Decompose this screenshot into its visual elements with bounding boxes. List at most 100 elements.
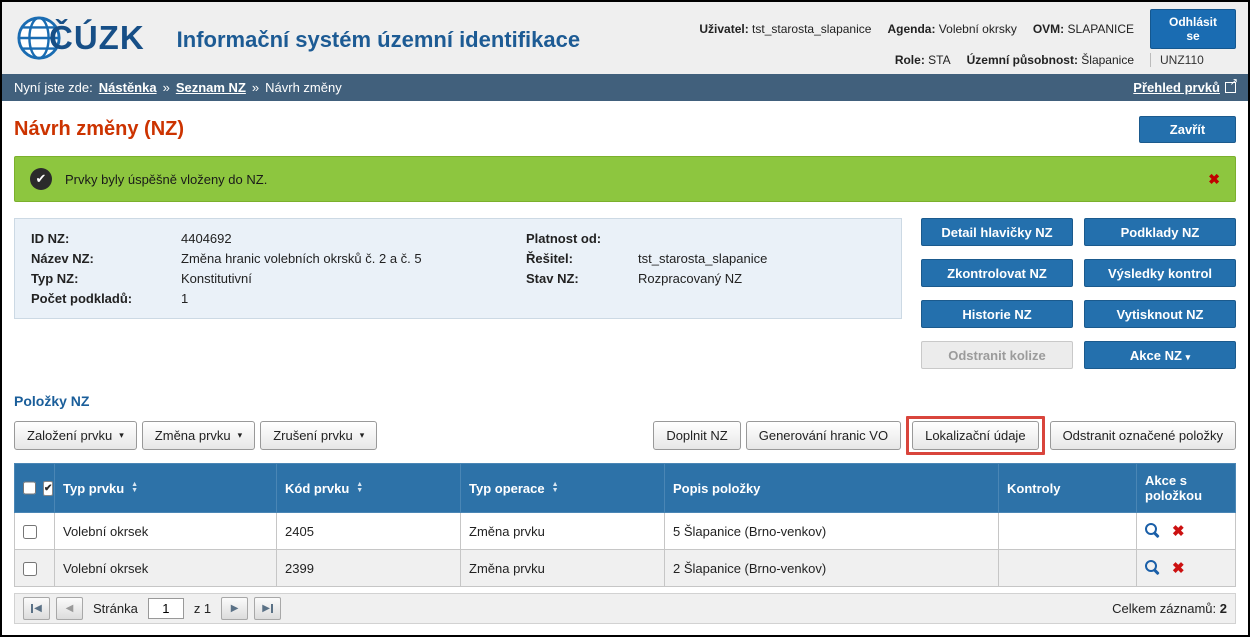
- row-checkbox[interactable]: [23, 524, 37, 539]
- odstranit-kolize-button: Odstranit kolize: [921, 341, 1073, 369]
- resitel-label: Řešitel:: [526, 251, 573, 266]
- cell-kod-prvku: 2399: [276, 549, 461, 587]
- page-title: Návrh změny (NZ): [14, 118, 185, 140]
- typ-nz-value: Konstitutivní: [181, 271, 252, 286]
- detail-hlavicky-nz-button[interactable]: Detail hlavičky NZ: [921, 218, 1073, 246]
- stav-nz-value: Rozpracovaný NZ: [638, 271, 743, 286]
- column-header-kontroly: Kontroly: [998, 463, 1137, 513]
- header-user-info: Uživatel: tst_starosta_slapanice Agenda:…: [699, 5, 1236, 71]
- message-close-icon[interactable]: ✖: [1208, 171, 1220, 188]
- cell-kontroly: [998, 549, 1137, 587]
- column-header-akce: Akce s položkou: [1136, 463, 1236, 513]
- select-all-checkbox[interactable]: [23, 481, 36, 495]
- external-link-icon: ↗: [1225, 77, 1238, 93]
- total-records: Celkem záznamů: 2: [1112, 601, 1227, 616]
- chevron-down-icon: ▾: [237, 430, 243, 440]
- breadcrumb: Nyní jste zde: Nástěnka » Seznam NZ » Ná…: [2, 74, 1248, 101]
- column-header-typ-operace[interactable]: Typ operace ▲ ▼: [460, 463, 665, 513]
- cell-typ-prvku: Volební okrsek: [54, 549, 277, 587]
- podklady-label: Počet podkladů:: [31, 291, 133, 306]
- historie-nz-button[interactable]: Historie NZ: [921, 300, 1073, 328]
- table-row: Volební okrsek 2405 Změna prvku 5 Šlapan…: [14, 512, 1236, 550]
- cell-typ-operace: Změna prvku: [460, 512, 665, 550]
- nz-info-panel: ID NZ: 4404692 Platnost od: Název NZ: Zm…: [14, 218, 902, 319]
- items-toolbar: Založení prvku ▾ Změna prvku ▾ Zrušení p…: [14, 416, 1236, 455]
- main-content: Návrh změny (NZ) Zavřít ✔ Prvky byly úsp…: [2, 101, 1248, 635]
- column-header-kod-prvku[interactable]: Kód prvku ▲ ▼: [276, 463, 461, 513]
- first-page-button[interactable]: ◀: [23, 597, 50, 620]
- platnost-value: [638, 231, 885, 246]
- user-info: Uživatel: tst_starosta_slapanice: [699, 22, 872, 36]
- cell-kod-prvku: 2405: [276, 512, 461, 550]
- table-header-row: ✔ Typ prvku ▲ ▼ Kód prvku ▲ ▼ Typ operac…: [14, 463, 1236, 513]
- page-of-label: z 1: [193, 601, 212, 616]
- zalozeni-prvku-dropdown[interactable]: Založení prvku ▾: [14, 421, 137, 450]
- platnost-label: Platnost od:: [526, 231, 602, 246]
- sort-icon[interactable]: ▲ ▼: [552, 481, 559, 494]
- cuzk-logo: ČÚZK: [16, 15, 145, 61]
- cell-popis: 5 Šlapanice (Brno-venkov): [664, 512, 999, 550]
- breadcrumb-prefix: Nyní jste zde:: [14, 80, 93, 95]
- id-nz-label: ID NZ:: [31, 231, 70, 246]
- ovm-info: OVM: SLAPANICE: [1032, 22, 1134, 36]
- highlight-annotation: Lokalizační údaje: [906, 416, 1045, 455]
- total-records-value: 2: [1219, 601, 1227, 616]
- chevron-down-icon: ▾: [359, 430, 365, 440]
- scope-info: Územní působnost: Šlapanice: [966, 53, 1134, 67]
- zmena-prvku-dropdown[interactable]: Změna prvku ▾: [141, 421, 256, 450]
- search-icon[interactable]: [1145, 523, 1161, 539]
- next-page-button[interactable]: ▶: [221, 597, 249, 620]
- logo-text: ČÚZK: [49, 19, 145, 56]
- chevron-down-icon: ▾: [1185, 351, 1191, 362]
- invert-selection-icon[interactable]: ✔: [43, 480, 54, 496]
- delete-row-icon[interactable]: ✖: [1172, 561, 1185, 576]
- polozky-nz-heading: Položky NZ: [14, 393, 90, 409]
- table-row: Volební okrsek 2399 Změna prvku 2 Šlapan…: [14, 549, 1236, 587]
- breadcrumb-current: Návrh změny: [265, 80, 342, 95]
- typ-nz-label: Typ NZ:: [31, 271, 79, 286]
- sort-icon[interactable]: ▲ ▼: [131, 481, 138, 494]
- app-title: Informační systém územní identifikace: [176, 27, 581, 52]
- last-page-button[interactable]: ▶: [254, 597, 282, 620]
- column-header-popis-polozky: Popis položky: [664, 463, 999, 513]
- breadcrumb-link-seznam-nz[interactable]: Seznam NZ: [176, 80, 246, 95]
- sort-icon[interactable]: ▲ ▼: [356, 481, 363, 494]
- delete-row-icon[interactable]: ✖: [1172, 524, 1185, 539]
- id-nz-value: 4404692: [181, 231, 232, 246]
- pagination-bar: ◀ ◀ Stránka z 1 ▶ ▶ Celkem záznamů: 2: [14, 593, 1236, 624]
- zkontrolovat-nz-button[interactable]: Zkontrolovat NZ: [921, 259, 1073, 287]
- column-header-typ-prvku[interactable]: Typ prvku ▲ ▼: [54, 463, 277, 513]
- row-checkbox[interactable]: [23, 561, 37, 576]
- lokalizacni-udaje-button[interactable]: Lokalizační údaje: [912, 421, 1039, 450]
- cell-popis: 2 Šlapanice (Brno-venkov): [664, 549, 999, 587]
- prehled-prvku-link[interactable]: Přehled prvků ↗: [1133, 77, 1238, 95]
- previous-page-button[interactable]: ◀: [56, 597, 83, 620]
- podklady-value: 1: [181, 291, 189, 306]
- page: ČÚZK Informační systém územní identifika…: [0, 0, 1250, 637]
- odstranit-oznacene-polozky-button[interactable]: Odstranit označené položky: [1049, 421, 1236, 450]
- page-number-input[interactable]: [147, 598, 184, 619]
- zruseni-prvku-dropdown[interactable]: Zrušení prvku ▾: [260, 421, 378, 450]
- role-info: Role: STA: [894, 53, 951, 67]
- screen-code: UNZ110: [1150, 53, 1236, 67]
- doplnit-nz-button[interactable]: Doplnit NZ: [653, 421, 741, 450]
- vytisknout-nz-button[interactable]: Vytisknout NZ: [1084, 300, 1236, 328]
- success-message-text: Prvky byly úspěšně vloženy do NZ.: [65, 171, 268, 187]
- logout-button[interactable]: Odhlásit se: [1150, 9, 1236, 49]
- app-header: ČÚZK Informační systém územní identifika…: [2, 2, 1248, 74]
- cell-typ-prvku: Volební okrsek: [54, 512, 277, 550]
- search-icon[interactable]: [1145, 560, 1161, 576]
- chevron-down-icon: ▾: [119, 430, 124, 440]
- vysledky-kontrol-button[interactable]: Výsledky kontrol: [1084, 259, 1236, 287]
- nz-action-buttons: Detail hlavičky NZ Podklady NZ Zkontrolo…: [921, 218, 1236, 369]
- akce-nz-dropdown-button[interactable]: Akce NZ ▾: [1084, 341, 1236, 369]
- podklady-nz-button[interactable]: Podklady NZ: [1084, 218, 1236, 246]
- items-table: ✔ Typ prvku ▲ ▼ Kód prvku ▲ ▼ Typ operac…: [14, 463, 1236, 587]
- nazev-nz-value: Změna hranic volebních okrsků č. 2 a č. …: [181, 251, 422, 266]
- stav-nz-label: Stav NZ:: [526, 271, 579, 286]
- success-message: ✔ Prvky byly úspěšně vloženy do NZ. ✖: [14, 156, 1236, 202]
- success-check-icon: ✔: [30, 168, 52, 190]
- close-button[interactable]: Zavřít: [1139, 116, 1236, 143]
- generovani-hranic-vo-button[interactable]: Generování hranic VO: [745, 421, 902, 450]
- breadcrumb-link-nastenka[interactable]: Nástěnka: [99, 80, 157, 95]
